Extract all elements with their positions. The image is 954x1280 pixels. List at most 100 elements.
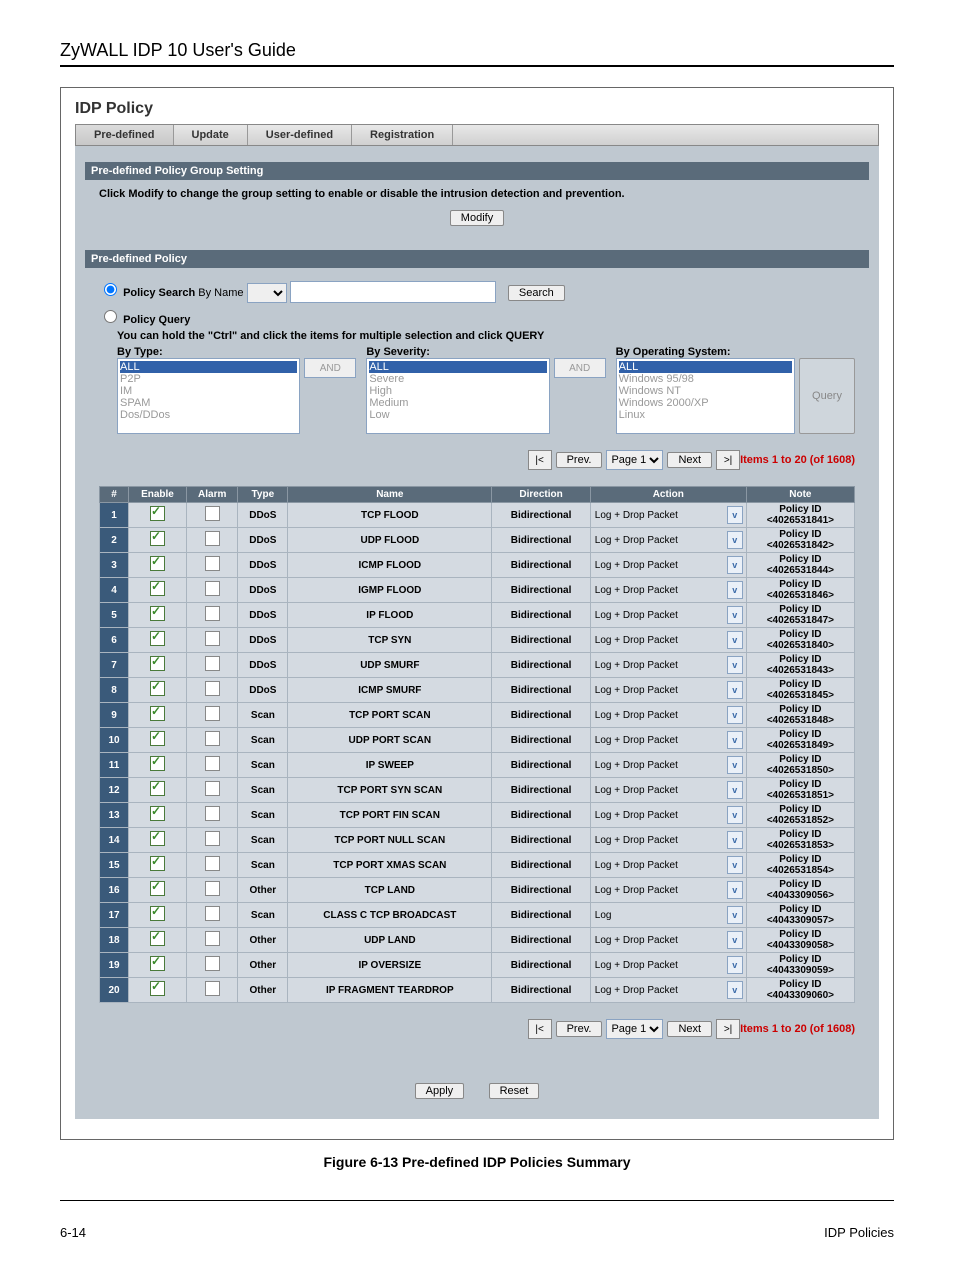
- search-by-select[interactable]: [247, 283, 287, 303]
- action-cell[interactable]: Log + Drop Packetv: [590, 628, 746, 653]
- list-item[interactable]: Low: [369, 409, 546, 421]
- checkbox-alarm-icon[interactable]: [205, 906, 220, 921]
- list-item[interactable]: Windows 95/98: [619, 373, 792, 385]
- list-item[interactable]: ALL: [120, 361, 297, 373]
- alarm-cell[interactable]: [186, 928, 237, 953]
- chevron-down-icon[interactable]: v: [727, 856, 743, 874]
- enable-cell[interactable]: [129, 803, 187, 828]
- alarm-cell[interactable]: [186, 678, 237, 703]
- modify-button[interactable]: Modify: [450, 210, 504, 226]
- chevron-down-icon[interactable]: v: [727, 881, 743, 899]
- action-cell[interactable]: Log + Drop Packetv: [590, 828, 746, 853]
- enable-cell[interactable]: [129, 728, 187, 753]
- chevron-down-icon[interactable]: v: [727, 931, 743, 949]
- action-cell[interactable]: Log + Drop Packetv: [590, 728, 746, 753]
- list-item[interactable]: Windows 2000/XP: [619, 397, 792, 409]
- chevron-down-icon[interactable]: v: [727, 756, 743, 774]
- query-button[interactable]: Query: [799, 358, 855, 434]
- action-cell[interactable]: Log + Drop Packetv: [590, 778, 746, 803]
- alarm-cell[interactable]: [186, 953, 237, 978]
- list-item[interactable]: Medium: [369, 397, 546, 409]
- alarm-cell[interactable]: [186, 728, 237, 753]
- first-page-button[interactable]: |<: [528, 1019, 552, 1039]
- action-cell[interactable]: Log + Drop Packetv: [590, 528, 746, 553]
- page-select[interactable]: Page 1: [606, 1019, 663, 1039]
- checkbox-enable-icon[interactable]: [150, 681, 165, 696]
- checkbox-alarm-icon[interactable]: [205, 706, 220, 721]
- checkbox-enable-icon[interactable]: [150, 806, 165, 821]
- action-cell[interactable]: Logv: [590, 903, 746, 928]
- alarm-cell[interactable]: [186, 528, 237, 553]
- checkbox-alarm-icon[interactable]: [205, 831, 220, 846]
- type-listbox[interactable]: ALL P2P IM SPAM Dos/DDos: [117, 358, 300, 434]
- enable-cell[interactable]: [129, 653, 187, 678]
- action-cell[interactable]: Log + Drop Packetv: [590, 753, 746, 778]
- list-item[interactable]: Windows NT: [619, 385, 792, 397]
- enable-cell[interactable]: [129, 628, 187, 653]
- enable-cell[interactable]: [129, 778, 187, 803]
- reset-button[interactable]: Reset: [489, 1083, 540, 1099]
- checkbox-enable-icon[interactable]: [150, 781, 165, 796]
- alarm-cell[interactable]: [186, 978, 237, 1003]
- action-cell[interactable]: Log + Drop Packetv: [590, 678, 746, 703]
- checkbox-enable-icon[interactable]: [150, 531, 165, 546]
- checkbox-alarm-icon[interactable]: [205, 756, 220, 771]
- and-select-2[interactable]: AND: [554, 358, 606, 378]
- next-page-button[interactable]: Next: [667, 452, 712, 468]
- list-item[interactable]: High: [369, 385, 546, 397]
- radio-policy-search[interactable]: [104, 283, 117, 296]
- checkbox-enable-icon[interactable]: [150, 956, 165, 971]
- tab-predefined[interactable]: Pre-defined: [76, 125, 174, 145]
- checkbox-enable-icon[interactable]: [150, 756, 165, 771]
- enable-cell[interactable]: [129, 603, 187, 628]
- checkbox-alarm-icon[interactable]: [205, 931, 220, 946]
- tab-update[interactable]: Update: [174, 125, 248, 145]
- chevron-down-icon[interactable]: v: [727, 831, 743, 849]
- enable-cell[interactable]: [129, 703, 187, 728]
- chevron-down-icon[interactable]: v: [727, 956, 743, 974]
- checkbox-enable-icon[interactable]: [150, 981, 165, 996]
- action-cell[interactable]: Log + Drop Packetv: [590, 603, 746, 628]
- enable-cell[interactable]: [129, 853, 187, 878]
- checkbox-enable-icon[interactable]: [150, 656, 165, 671]
- chevron-down-icon[interactable]: v: [727, 781, 743, 799]
- checkbox-enable-icon[interactable]: [150, 856, 165, 871]
- tab-userdefined[interactable]: User-defined: [248, 125, 352, 145]
- enable-cell[interactable]: [129, 528, 187, 553]
- and-select-1[interactable]: AND: [304, 358, 356, 378]
- action-cell[interactable]: Log + Drop Packetv: [590, 553, 746, 578]
- checkbox-enable-icon[interactable]: [150, 931, 165, 946]
- next-page-button[interactable]: Next: [667, 1021, 712, 1037]
- chevron-down-icon[interactable]: v: [727, 531, 743, 549]
- chevron-down-icon[interactable]: v: [727, 806, 743, 824]
- checkbox-alarm-icon[interactable]: [205, 881, 220, 896]
- enable-cell[interactable]: [129, 578, 187, 603]
- chevron-down-icon[interactable]: v: [727, 706, 743, 724]
- checkbox-enable-icon[interactable]: [150, 906, 165, 921]
- enable-cell[interactable]: [129, 828, 187, 853]
- enable-cell[interactable]: [129, 953, 187, 978]
- checkbox-alarm-icon[interactable]: [205, 856, 220, 871]
- alarm-cell[interactable]: [186, 778, 237, 803]
- checkbox-alarm-icon[interactable]: [205, 681, 220, 696]
- action-cell[interactable]: Log + Drop Packetv: [590, 653, 746, 678]
- last-page-button[interactable]: >|: [716, 1019, 740, 1039]
- search-button[interactable]: Search: [508, 285, 565, 301]
- checkbox-enable-icon[interactable]: [150, 731, 165, 746]
- chevron-down-icon[interactable]: v: [727, 656, 743, 674]
- checkbox-alarm-icon[interactable]: [205, 581, 220, 596]
- chevron-down-icon[interactable]: v: [727, 581, 743, 599]
- alarm-cell[interactable]: [186, 628, 237, 653]
- action-cell[interactable]: Log + Drop Packetv: [590, 853, 746, 878]
- checkbox-alarm-icon[interactable]: [205, 606, 220, 621]
- chevron-down-icon[interactable]: v: [727, 506, 743, 524]
- list-item[interactable]: Dos/DDos: [120, 409, 297, 421]
- os-listbox[interactable]: ALL Windows 95/98 Windows NT Windows 200…: [616, 358, 795, 434]
- checkbox-alarm-icon[interactable]: [205, 531, 220, 546]
- first-page-button[interactable]: |<: [528, 450, 552, 470]
- alarm-cell[interactable]: [186, 553, 237, 578]
- list-item[interactable]: P2P: [120, 373, 297, 385]
- page-select[interactable]: Page 1: [606, 450, 663, 470]
- list-item[interactable]: ALL: [619, 361, 792, 373]
- action-cell[interactable]: Log + Drop Packetv: [590, 503, 746, 528]
